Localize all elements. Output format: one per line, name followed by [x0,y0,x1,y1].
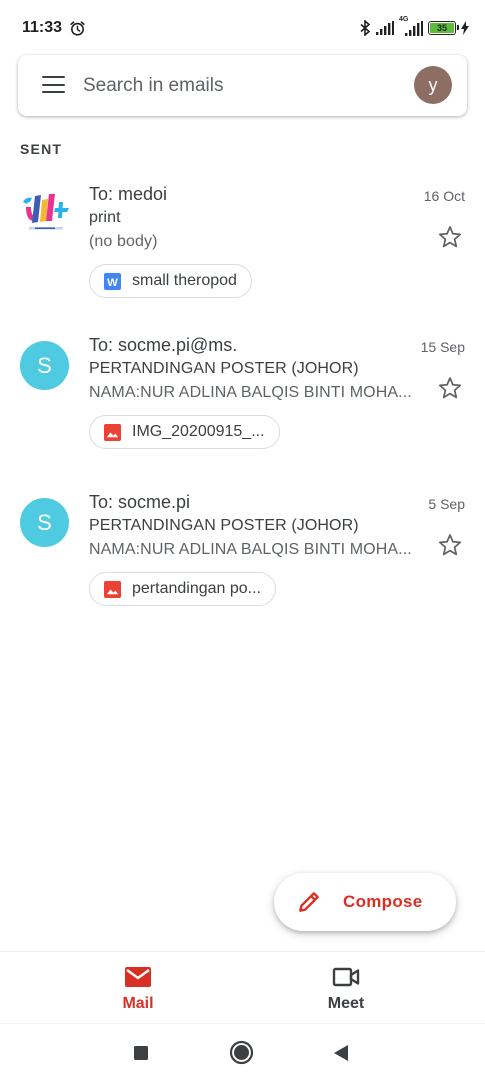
image-icon [104,423,121,441]
system-nav [0,1023,485,1080]
sender-avatar-letter: S [37,352,52,378]
status-bar: 11:33 4G 35 [0,0,485,56]
status-icons: 4G 35 [359,16,469,37]
recents-icon[interactable] [133,1045,149,1061]
email-row[interactable]: To: medoi 16 Oct print (no body) W small… [0,184,485,340]
sender-avatar-letter: S [37,509,52,535]
pencil-icon [299,892,319,912]
email-snippet: (no body) [89,233,158,250]
signal-4g-icon: 4G [399,16,423,36]
email-date: 5 Sep [428,496,465,512]
svg-text:W: W [107,276,118,288]
email-recipient: To: socme.pi@ms. [89,335,238,355]
email-subject: PERTANDINGAN POSTER (JOHOR) [89,360,359,377]
compose-label: Compose [343,892,423,911]
attachment-name: small theropod [132,272,237,289]
bottom-nav: Mail Meet [0,951,485,1023]
home-icon[interactable] [229,1040,254,1065]
menu-icon[interactable] [42,76,66,94]
email-subject: PERTANDINGAN POSTER (JOHOR) [89,517,359,534]
compose-button[interactable]: Compose [274,873,456,931]
signal-icon [376,21,394,35]
nav-meet[interactable]: Meet [225,952,467,1024]
word-doc-icon: W [104,272,121,290]
image-icon [104,580,121,598]
nav-meet-label: Meet [327,995,365,1012]
star-icon[interactable] [437,224,463,250]
charging-icon [461,21,469,35]
email-date: 16 Oct [423,188,465,204]
account-avatar-letter: y [428,74,438,95]
bluetooth-icon [360,20,371,36]
email-snippet: NAMA:NUR ADLINA BALQIS BINTI MOHA... [89,541,412,558]
email-recipient: To: medoi [89,184,168,204]
email-row[interactable]: S To: socme.pi 5 Sep PERTANDINGAN POSTER… [0,492,485,648]
battery-level: 35 [436,22,447,33]
account-avatar[interactable]: y [414,66,452,104]
sender-avatar: S [20,498,69,547]
alarm-icon [70,21,85,36]
email-row[interactable]: S To: socme.pi@ms. 15 Sep PERTANDINGAN P… [0,335,485,491]
search-input[interactable]: Search in emails [83,75,223,97]
star-icon[interactable] [437,375,463,401]
attachment-name: pertandingan po... [132,580,261,597]
search-bar[interactable]: Search in emails y [18,55,467,116]
nav-mail[interactable]: Mail [17,952,259,1024]
star-icon[interactable] [437,532,463,558]
nav-mail-label: Mail [122,995,154,1012]
attachment-chip[interactable]: IMG_20200915_... [89,415,280,449]
sender-avatar: S [20,341,69,390]
attachment-chip[interactable]: pertandingan po... [89,572,276,606]
logo-icon [23,194,69,230]
section-label: SENT [20,141,63,157]
status-time: 11:33 [22,19,63,36]
email-snippet: NAMA:NUR ADLINA BALQIS BINTI MOHA... [89,384,412,401]
video-camera-icon [332,967,360,987]
email-subject: print [89,209,121,226]
battery-icon: 35 [428,21,459,35]
battery-fill: 35 [430,23,454,33]
back-icon[interactable] [333,1044,349,1062]
attachment-chip[interactable]: W small theropod [89,264,252,298]
email-recipient: To: socme.pi [89,492,191,512]
mail-icon [125,967,151,987]
email-date: 15 Sep [420,339,465,355]
attachment-name: IMG_20200915_... [132,423,265,440]
